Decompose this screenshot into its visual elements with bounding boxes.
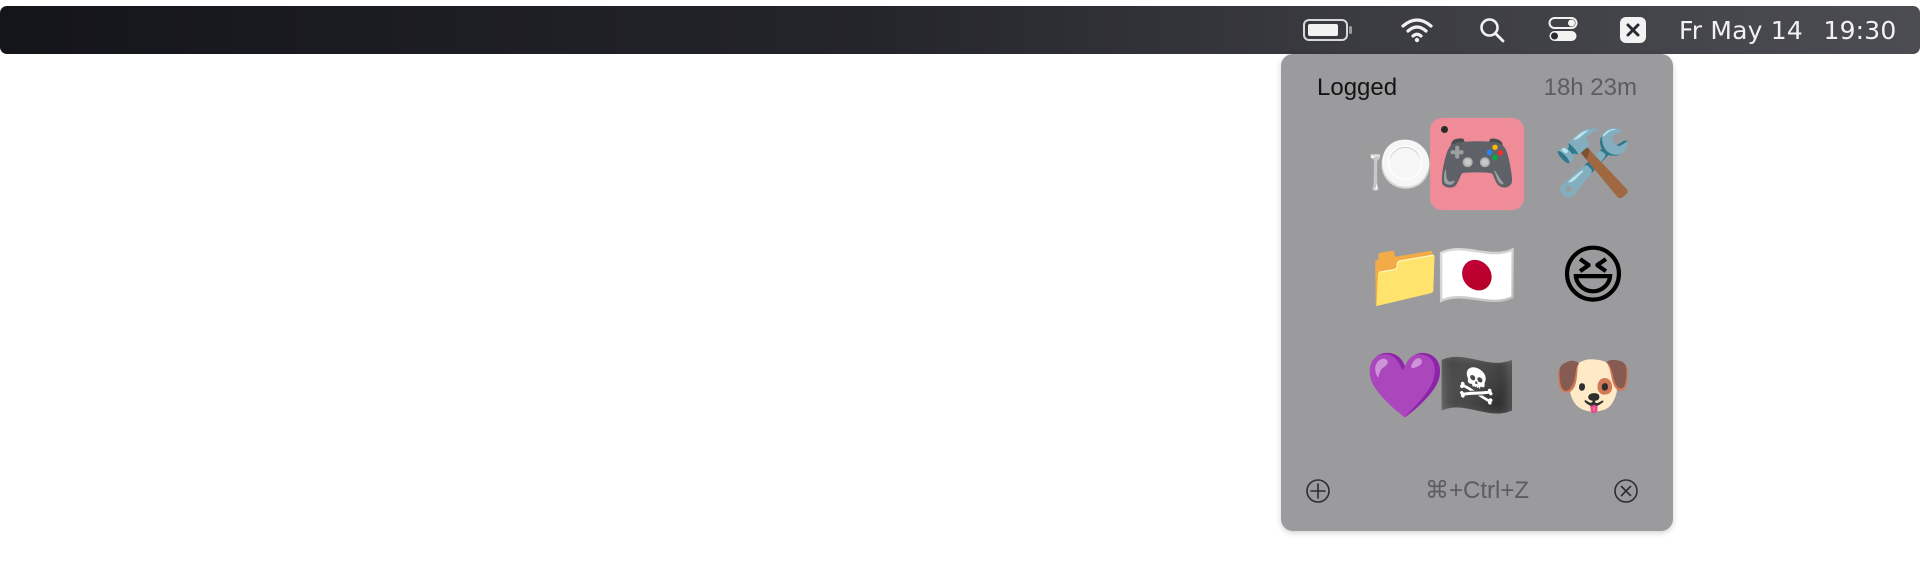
menubar-date[interactable]: Fr May 14 [1678,6,1804,54]
video-game-controller-emoji: 🎮 [1437,127,1517,201]
close-icon[interactable] [1613,478,1639,504]
pirate-flag-icon[interactable]: 🏴‍☠️ [1430,340,1524,432]
video-game-controller-icon[interactable]: 🎮 [1430,118,1524,210]
battery-icon[interactable] [1300,6,1356,54]
active-indicator-dot [1441,126,1448,133]
control-center-icon[interactable] [1545,6,1581,54]
logger-popover: Logged 18h 23m 🍽️ 🎮 🛠️ 📁 🇯🇵 😆 💜 🏴‍☠️ 🐶 ⌘… [1281,54,1673,531]
dog-face-icon[interactable]: 🐶 [1546,340,1640,432]
wifi-icon[interactable] [1396,6,1438,54]
hammer-and-wrench-icon[interactable]: 🛠️ [1546,118,1640,210]
grinning-squinting-face-icon[interactable]: 😆 [1546,230,1640,322]
popover-title: Logged [1317,74,1398,101]
menu-bar: Fr May 14 19:30 [0,6,1920,54]
flag-japan-icon[interactable]: 🇯🇵 [1430,230,1524,322]
logged-duration: 18h 23m [1543,74,1637,101]
menubar-time[interactable]: 19:30 [1820,6,1900,54]
app-status-icon[interactable] [1616,6,1650,54]
search-icon[interactable] [1474,6,1510,54]
